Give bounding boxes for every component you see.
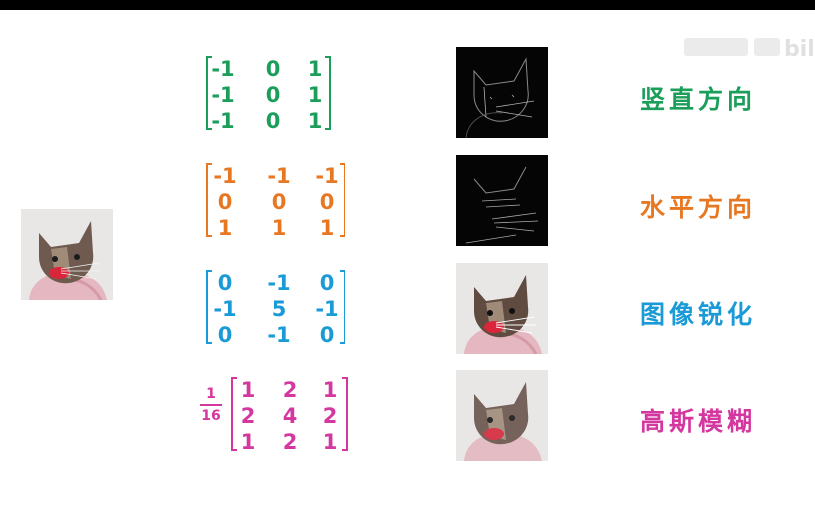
vertical-direction-label: 竖直方向	[640, 85, 757, 114]
matrix-cell: 0	[272, 190, 287, 214]
svg-text:bili: bili	[784, 37, 815, 62]
matrix-cell: 2	[241, 404, 256, 428]
input-cat-image	[21, 209, 113, 300]
matrix-cell: 0	[320, 323, 335, 346]
horizontal-kernel-matrix: -1 -1 -1 0 0 0 1 1 1	[205, 161, 345, 239]
matrix-cell: 1	[241, 430, 256, 453]
gaussian-kernel-matrix: 1 2 1 2 4 2 1 2 1	[230, 375, 370, 453]
matrix-cell: 0	[266, 109, 281, 132]
matrix-cell: -1	[315, 297, 338, 321]
matrix-cell: -1	[315, 164, 338, 188]
matrix-cell: 5	[272, 297, 287, 321]
matrix-cell: 4	[283, 404, 298, 428]
sharpened-output-image	[456, 263, 548, 354]
bilibili-logo-icon: bili	[680, 30, 815, 64]
matrix-cell: 1	[323, 378, 338, 402]
matrix-cell: -1	[211, 109, 234, 132]
matrix-cell: 0	[266, 83, 281, 107]
horizontal-edge-output-image	[456, 155, 548, 246]
gaussian-blur-label: 高斯模糊	[640, 407, 757, 436]
fraction-numerator: 1	[206, 386, 216, 402]
matrix-cell: 1	[320, 216, 335, 239]
image-sharpen-label: 图像锐化	[640, 300, 757, 329]
matrix-cell: 1	[218, 216, 233, 239]
gaussian-normalization-fraction: 1 16	[198, 386, 224, 446]
matrix-cell: 0	[320, 271, 335, 295]
matrix-cell: 0	[218, 323, 233, 346]
matrix-cell: 0	[320, 190, 335, 214]
matrix-cell: 1	[241, 378, 256, 402]
matrix-cell: 0	[266, 57, 281, 81]
sharpen-kernel-matrix: 0 -1 0 -1 5 -1 0 -1 0	[205, 268, 345, 346]
matrix-cell: -1	[267, 271, 290, 295]
fraction-bar	[200, 404, 222, 406]
vertical-kernel-matrix: -1 0 1 -1 0 1 -1 0 1	[205, 54, 345, 132]
vertical-edge-output-image	[456, 47, 548, 138]
matrix-cell: 1	[272, 216, 287, 239]
top-black-bar	[0, 0, 815, 10]
matrix-cell: 2	[323, 404, 338, 428]
matrix-cell: 1	[323, 430, 338, 453]
fraction-denominator: 16	[201, 408, 221, 424]
matrix-cell: 1	[308, 83, 323, 107]
gaussian-blur-output-image	[456, 370, 548, 461]
matrix-cell: -1	[213, 164, 236, 188]
matrix-cell: -1	[213, 297, 236, 321]
matrix-cell: 1	[308, 57, 323, 81]
matrix-cell: 2	[283, 430, 298, 453]
matrix-cell: 0	[218, 271, 233, 295]
matrix-cell: 2	[283, 378, 298, 402]
matrix-cell: 0	[218, 190, 233, 214]
horizontal-direction-label: 水平方向	[640, 193, 757, 222]
matrix-cell: 1	[308, 109, 323, 132]
matrix-cell: -1	[211, 83, 234, 107]
matrix-cell: -1	[267, 164, 290, 188]
matrix-cell: -1	[211, 57, 234, 81]
matrix-cell: -1	[267, 323, 290, 346]
